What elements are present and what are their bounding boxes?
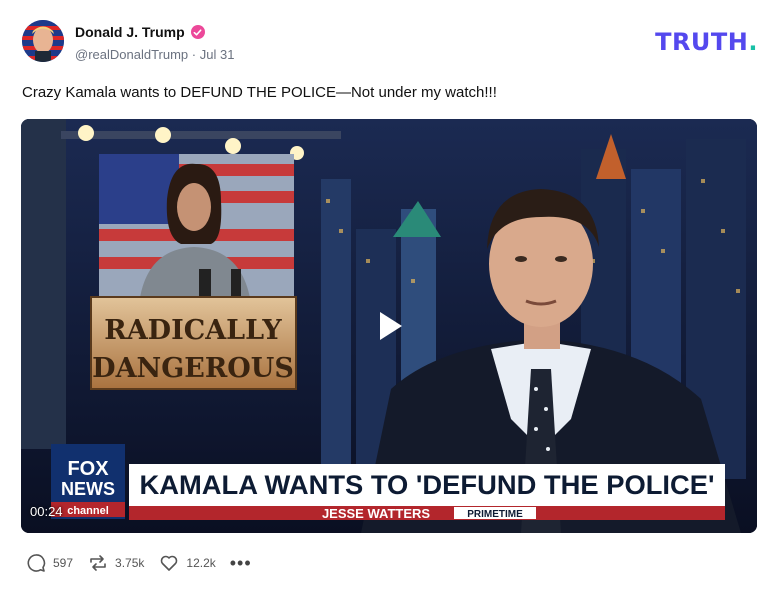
reply-count: 597 <box>53 556 74 570</box>
avatar[interactable] <box>22 20 64 62</box>
meta-separator: · <box>191 47 197 62</box>
like-icon <box>158 552 180 574</box>
post-date[interactable]: Jul 31 <box>200 47 235 62</box>
reply-button[interactable]: 597 <box>25 552 73 574</box>
video-duration: 00:24 <box>30 504 63 519</box>
play-icon[interactable] <box>371 308 407 344</box>
author-row: Donald J. Trump <box>75 24 205 40</box>
show-tag: PRIMETIME <box>467 509 523 520</box>
like-button[interactable]: 12.2k <box>158 552 216 574</box>
sign-line-1: RADICALLY <box>104 315 282 346</box>
author-display-name[interactable]: Donald J. Trump <box>75 24 185 40</box>
brand-wordmark: TRUTH <box>655 28 749 56</box>
post-header: Donald J. Trump @realDonaldTrump · Jul 3… <box>22 20 758 66</box>
truth-logo[interactable]: TRUTH. <box>655 28 758 56</box>
post-text: Crazy Kamala wants to DEFUND THE POLICE—… <box>22 84 497 101</box>
retruth-icon <box>87 552 109 574</box>
reply-icon <box>25 552 47 574</box>
retruth-button[interactable]: 3.75k <box>87 552 144 574</box>
show-name: JESSE WATTERS <box>322 506 430 521</box>
network-logo-line-2: NEWS <box>61 479 115 499</box>
like-count: 12.2k <box>186 556 216 570</box>
headline-text: KAMALA WANTS TO 'DEFUND THE POLICE' <box>140 470 715 500</box>
network-logo-line-1: FOX <box>67 458 109 480</box>
video-player[interactable]: RADICALLY DANGEROUS KAMALA WANTS TO 'DEF… <box>21 119 757 533</box>
more-icon[interactable]: ••• <box>230 553 252 574</box>
author-meta: @realDonaldTrump · Jul 31 <box>75 47 234 62</box>
engagement-bar: 597 3.75k 12.2k ••• <box>25 552 252 574</box>
retruth-count: 3.75k <box>115 556 145 570</box>
network-logo-line-3: channel <box>67 505 109 517</box>
author-handle[interactable]: @realDonaldTrump <box>75 47 188 62</box>
verified-badge-icon <box>190 25 205 39</box>
brand-dot: . <box>748 28 758 56</box>
sign-line-2: DANGEROUS <box>92 353 294 384</box>
